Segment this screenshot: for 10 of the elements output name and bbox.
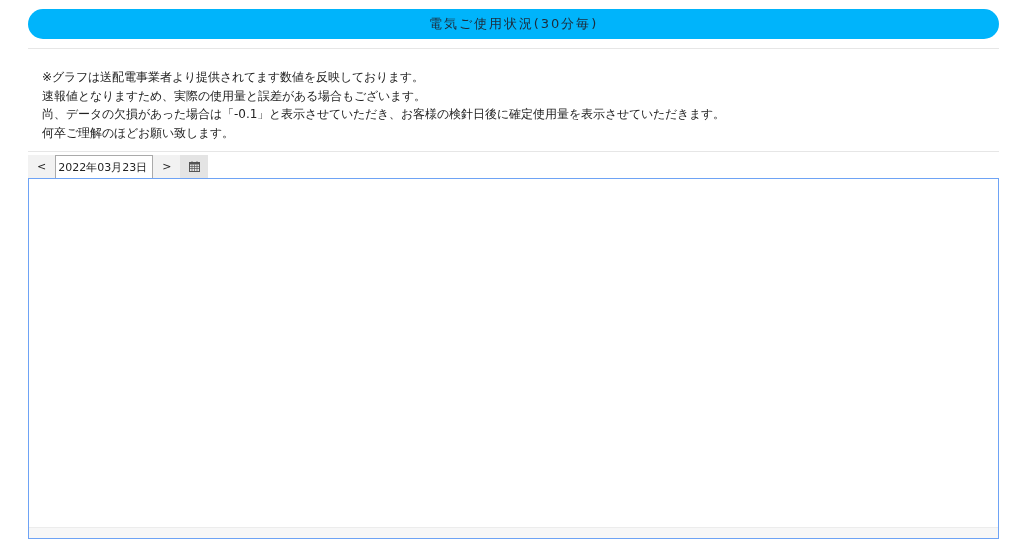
notice-text: 速報値となりますため、実際の使用量と誤差がある場合もございます。 [42,87,427,105]
title-bar: 電気ご使用状況(30分毎) [28,9,999,39]
notice-text: ※グラフは送配電事業者より提供されてます数値を反映しております。 [42,69,426,86]
date-field[interactable]: 2022年03月23日 [55,155,154,178]
calendar-button[interactable] [180,155,209,178]
notice-text: 何卒ご理解のほどお願い致します。 [42,124,235,142]
previous-day-button[interactable]: < [28,155,56,178]
calendar-icon [188,161,200,172]
next-day-button[interactable]: > [153,155,181,178]
notice-text: 尚、データの欠損があった場合は「-0.1」と表示させていただき、お客様の検針日後に確定使用量を表示させていただきます。 [42,106,727,123]
